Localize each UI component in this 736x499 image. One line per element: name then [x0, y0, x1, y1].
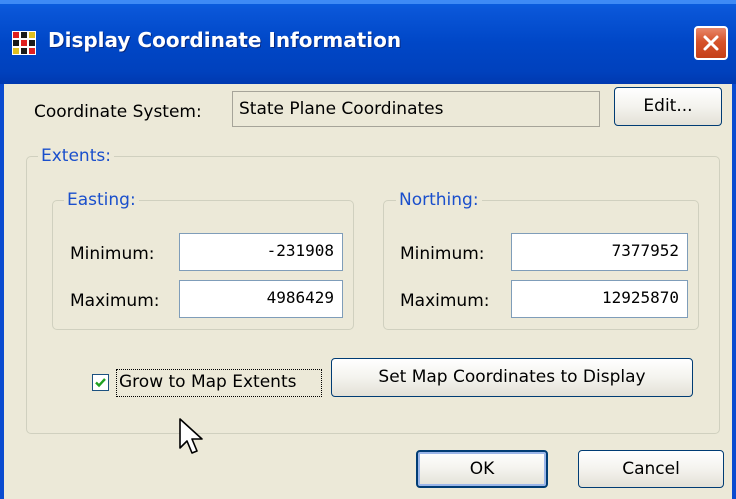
northing-minimum-input[interactable]: 7377952: [511, 233, 688, 271]
cancel-button[interactable]: Cancel: [578, 450, 724, 488]
window-frame-right: [732, 84, 736, 499]
close-button[interactable]: [694, 26, 728, 60]
set-map-coordinates-button[interactable]: Set Map Coordinates to Display: [331, 358, 693, 397]
grid-app-icon: [12, 31, 36, 55]
extents-label: Extents:: [38, 146, 114, 166]
northing-label: Northing:: [396, 190, 482, 210]
grow-to-map-extents-checkbox[interactable]: [92, 374, 109, 391]
window-title: Display Coordinate Information: [48, 28, 402, 52]
ok-button[interactable]: OK: [416, 450, 548, 488]
coordinate-system-label: Coordinate System:: [34, 102, 202, 122]
mouse-cursor-icon: [179, 418, 203, 454]
coordinate-system-field: State Plane Coordinates: [232, 91, 600, 127]
northing-minimum-label: Minimum:: [400, 244, 485, 264]
title-bar[interactable]: Display Coordinate Information: [0, 0, 736, 84]
easting-maximum-input[interactable]: 4986429: [179, 280, 343, 318]
dialog-window: Display Coordinate Information Coordinat…: [0, 0, 736, 499]
title-bar-highlight: [0, 0, 736, 4]
northing-maximum-input[interactable]: 12925870: [511, 280, 688, 318]
edit-button[interactable]: Edit...: [614, 87, 722, 126]
easting-label: Easting:: [64, 190, 139, 210]
checkmark-icon: [95, 378, 106, 388]
easting-maximum-label: Maximum:: [70, 291, 160, 311]
window-frame-left: [0, 84, 4, 499]
northing-maximum-label: Maximum:: [400, 291, 490, 311]
grow-to-map-extents-label[interactable]: Grow to Map Extents: [119, 372, 296, 392]
easting-minimum-label: Minimum:: [70, 244, 155, 264]
close-icon: [703, 35, 719, 51]
easting-minimum-input[interactable]: -231908: [179, 233, 343, 271]
